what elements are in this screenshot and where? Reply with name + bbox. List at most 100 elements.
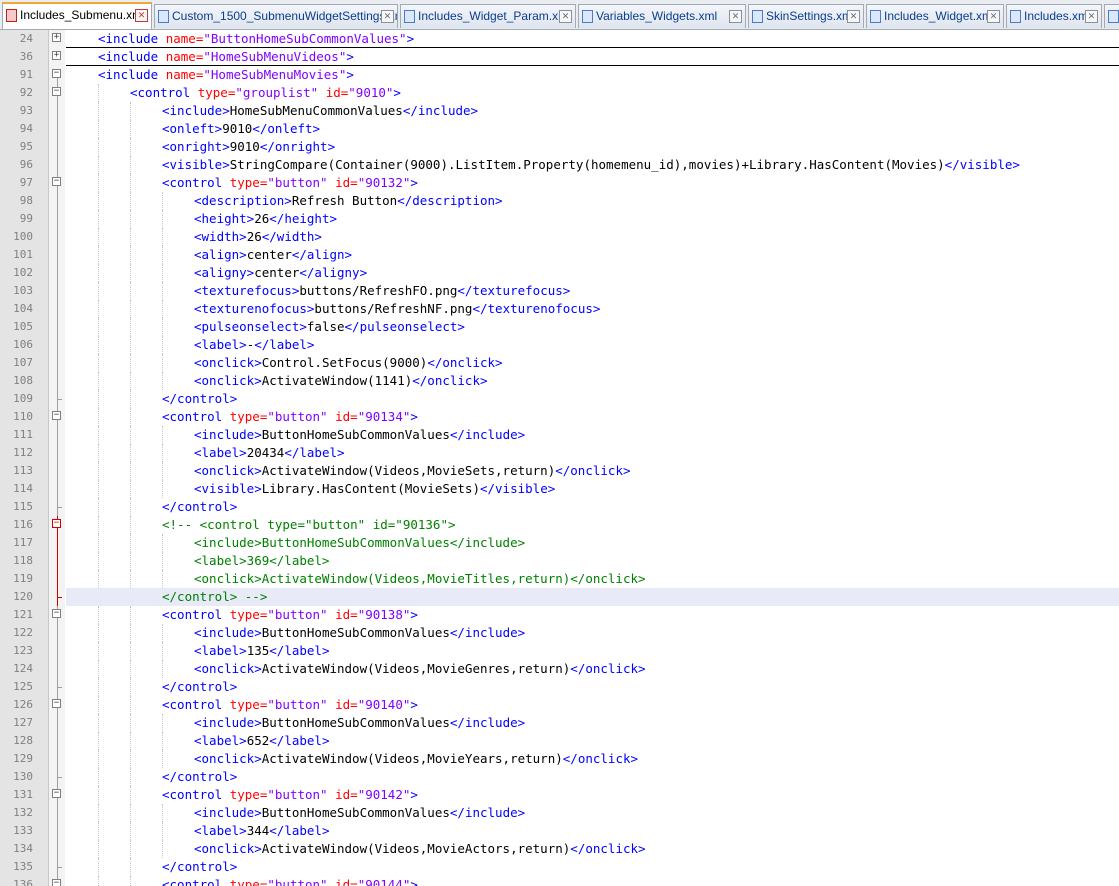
code-line[interactable]: 109 </control> bbox=[0, 390, 1119, 408]
code-text[interactable]: <control type="button" id="90134"> bbox=[66, 408, 1119, 426]
code-text[interactable]: </control> bbox=[66, 390, 1119, 408]
code-text[interactable]: <texturefocus>buttons/RefreshFO.png</tex… bbox=[66, 282, 1119, 300]
code-text[interactable]: <include>ButtonHomeSubCommonValues</incl… bbox=[66, 426, 1119, 444]
code-text[interactable]: <description>Refresh Button</description… bbox=[66, 192, 1119, 210]
code-line[interactable]: 119 <onclick>ActivateWindow(Videos,MovieT… bbox=[0, 570, 1119, 588]
code-line[interactable]: 112 <label>20434</label> bbox=[0, 444, 1119, 462]
code-text[interactable]: <onclick>ActivateWindow(Videos,MovieActo… bbox=[66, 840, 1119, 858]
code-text[interactable]: </control> bbox=[66, 498, 1119, 516]
code-line[interactable]: 129 <onclick>ActivateWindow(Videos,MovieY… bbox=[0, 750, 1119, 768]
code-text[interactable]: </control> bbox=[66, 858, 1119, 876]
code-line[interactable]: 118 <label>369</label> bbox=[0, 552, 1119, 570]
tab-skinsettings-xml[interactable]: SkinSettings.xml ✕ bbox=[748, 4, 864, 28]
fold-collapse-icon[interactable]: − bbox=[52, 519, 61, 528]
close-tab-icon[interactable]: ✕ bbox=[559, 10, 572, 23]
code-line[interactable]: 122 <include>ButtonHomeSubCommonValues</i… bbox=[0, 624, 1119, 642]
code-text[interactable]: <label>135</label> bbox=[66, 642, 1119, 660]
code-text[interactable]: </control> --> bbox=[66, 588, 1119, 606]
code-text[interactable]: <include>ButtonHomeSubCommonValues</incl… bbox=[66, 534, 1119, 552]
code-line[interactable]: 134 <onclick>ActivateWindow(Videos,MovieA… bbox=[0, 840, 1119, 858]
code-line[interactable]: 117 <include>ButtonHomeSubCommonValues</i… bbox=[0, 534, 1119, 552]
code-line[interactable]: 97− <control type="button" id="90132"> bbox=[0, 174, 1119, 192]
fold-collapse-icon[interactable]: − bbox=[52, 699, 61, 708]
code-text[interactable]: <onclick>Control.SetFocus(9000)</onclick… bbox=[66, 354, 1119, 372]
code-line[interactable]: 91− <include name="HomeSubMenuMovies"> bbox=[0, 66, 1119, 84]
code-line[interactable]: 106 <label>-</label> bbox=[0, 336, 1119, 354]
fold-collapse-icon[interactable]: − bbox=[52, 411, 61, 420]
code-line[interactable]: 114 <visible>Library.HasContent(MovieSets… bbox=[0, 480, 1119, 498]
code-text[interactable]: <control type="button" id="90142"> bbox=[66, 786, 1119, 804]
code-line[interactable]: 133 <label>344</label> bbox=[0, 822, 1119, 840]
code-line[interactable]: 135 </control> bbox=[0, 858, 1119, 876]
code-line[interactable]: 103 <texturefocus>buttons/RefreshFO.png</… bbox=[0, 282, 1119, 300]
code-text[interactable]: <label>652</label> bbox=[66, 732, 1119, 750]
code-text[interactable]: <include name="HomeSubMenuMovies"> bbox=[66, 66, 1119, 84]
code-line[interactable]: 93 <include>HomeSubMenuCommonValues</incl… bbox=[0, 102, 1119, 120]
close-tab-icon[interactable]: ✕ bbox=[135, 9, 148, 22]
tab-includ[interactable]: Includ bbox=[1104, 4, 1119, 28]
code-line[interactable]: 108 <onclick>ActivateWindow(1141)</onclic… bbox=[0, 372, 1119, 390]
code-text[interactable]: <control type="button" id="90132"> bbox=[66, 174, 1119, 192]
code-line[interactable]: 116 − <!-- <control type="button" id="9013… bbox=[0, 516, 1119, 534]
code-line[interactable]: 99 <height>26</height> bbox=[0, 210, 1119, 228]
code-text[interactable]: <texturenofocus>buttons/RefreshNF.png</t… bbox=[66, 300, 1119, 318]
code-line[interactable]: 124 <onclick>ActivateWindow(Videos,MovieG… bbox=[0, 660, 1119, 678]
code-text[interactable]: <include>ButtonHomeSubCommonValues</incl… bbox=[66, 714, 1119, 732]
code-text[interactable]: <label>369</label> bbox=[66, 552, 1119, 570]
code-line[interactable]: 131− <control type="button" id="90142"> bbox=[0, 786, 1119, 804]
code-text[interactable]: <align>center</align> bbox=[66, 246, 1119, 264]
code-line[interactable]: 111 <include>ButtonHomeSubCommonValues</i… bbox=[0, 426, 1119, 444]
close-tab-icon[interactable]: ✕ bbox=[729, 10, 742, 23]
code-text[interactable]: <label>-</label> bbox=[66, 336, 1119, 354]
code-line[interactable]: 92− <control type="grouplist" id="9010"> bbox=[0, 84, 1119, 102]
tab-custom-1500-submenuwidgetsettings-xml[interactable]: Custom_1500_SubmenuWidgetSettings.xml ✕ bbox=[154, 4, 398, 28]
code-line[interactable]: 102 <aligny>center</aligny> bbox=[0, 264, 1119, 282]
code-line[interactable]: 94 <onleft>9010</onleft> bbox=[0, 120, 1119, 138]
code-line[interactable]: 123 <label>135</label> bbox=[0, 642, 1119, 660]
code-line[interactable]: 130 </control> bbox=[0, 768, 1119, 786]
fold-expand-icon[interactable]: + bbox=[52, 51, 61, 60]
code-text[interactable]: <label>20434</label> bbox=[66, 444, 1119, 462]
fold-collapse-icon[interactable]: − bbox=[52, 789, 61, 798]
code-line[interactable]: 95 <onright>9010</onright> bbox=[0, 138, 1119, 156]
code-line[interactable]: 120 </control> --> bbox=[0, 588, 1119, 606]
close-tab-icon[interactable]: ✕ bbox=[1085, 10, 1098, 23]
tab-includes-xml[interactable]: Includes.xml ✕ bbox=[1006, 4, 1102, 28]
code-editor[interactable]: 24 + <include name="ButtonHomeSubCommonVal… bbox=[0, 30, 1119, 886]
code-text[interactable]: <include name="HomeSubMenuVideos"> bbox=[66, 48, 1119, 66]
close-tab-icon[interactable]: ✕ bbox=[381, 10, 394, 23]
fold-collapse-icon[interactable]: − bbox=[52, 879, 61, 886]
code-text[interactable]: <control type="grouplist" id="9010"> bbox=[66, 84, 1119, 102]
fold-collapse-icon[interactable]: − bbox=[52, 69, 61, 78]
code-text[interactable]: <onclick>ActivateWindow(1141)</onclick> bbox=[66, 372, 1119, 390]
code-line[interactable]: 101 <align>center</align> bbox=[0, 246, 1119, 264]
fold-collapse-icon[interactable]: − bbox=[52, 609, 61, 618]
tab-includes-widget-xml[interactable]: Includes_Widget.xml ✕ bbox=[866, 4, 1004, 28]
code-line[interactable]: 121− <control type="button" id="90138"> bbox=[0, 606, 1119, 624]
code-text[interactable]: <onright>9010</onright> bbox=[66, 138, 1119, 156]
code-line[interactable]: 115 </control> bbox=[0, 498, 1119, 516]
code-line[interactable]: 98 <description>Refresh Button</descripti… bbox=[0, 192, 1119, 210]
code-text[interactable]: <control type="button" id="90138"> bbox=[66, 606, 1119, 624]
code-line[interactable]: 132 <include>ButtonHomeSubCommonValues</i… bbox=[0, 804, 1119, 822]
code-line[interactable]: 107 <onclick>Control.SetFocus(9000)</oncl… bbox=[0, 354, 1119, 372]
code-text[interactable]: <visible>StringCompare(Container(9000).L… bbox=[66, 156, 1119, 174]
fold-collapse-icon[interactable]: − bbox=[52, 177, 61, 186]
close-tab-icon[interactable]: ✕ bbox=[847, 10, 860, 23]
code-text[interactable]: </control> bbox=[66, 678, 1119, 696]
code-line[interactable]: 36 + <include name="HomeSubMenuVideos"> bbox=[0, 48, 1119, 66]
code-line[interactable]: 24 + <include name="ButtonHomeSubCommonVal… bbox=[0, 30, 1119, 48]
code-line[interactable]: 126− <control type="button" id="90140"> bbox=[0, 696, 1119, 714]
code-line[interactable]: 96 <visible>StringCompare(Container(9000)… bbox=[0, 156, 1119, 174]
code-text[interactable]: <control type="button" id="90140"> bbox=[66, 696, 1119, 714]
code-line[interactable]: 104 <texturenofocus>buttons/RefreshNF.png… bbox=[0, 300, 1119, 318]
code-text[interactable]: <include>HomeSubMenuCommonValues</includ… bbox=[66, 102, 1119, 120]
close-tab-icon[interactable]: ✕ bbox=[987, 10, 1000, 23]
fold-expand-icon[interactable]: + bbox=[52, 33, 61, 42]
tab-variables-widgets-xml[interactable]: Variables_Widgets.xml ✕ bbox=[578, 4, 746, 28]
code-line[interactable]: 136− <control type="button" id="90144"> bbox=[0, 876, 1119, 886]
code-text[interactable]: <aligny>center</aligny> bbox=[66, 264, 1119, 282]
code-text[interactable]: <onclick>ActivateWindow(Videos,MovieSets… bbox=[66, 462, 1119, 480]
code-text[interactable]: <height>26</height> bbox=[66, 210, 1119, 228]
code-text[interactable]: <onleft>9010</onleft> bbox=[66, 120, 1119, 138]
